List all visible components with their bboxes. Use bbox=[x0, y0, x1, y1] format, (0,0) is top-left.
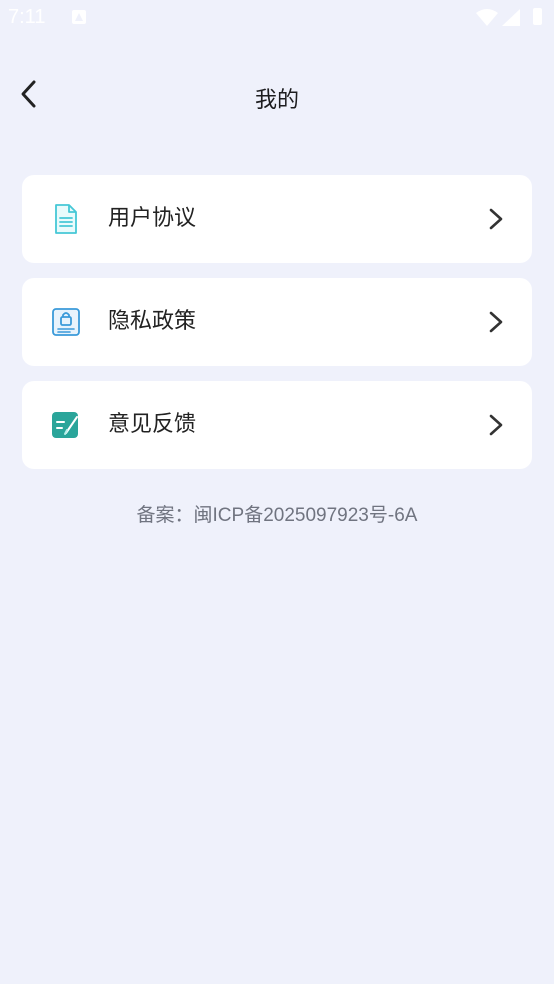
icp-record-text[interactable]: 备案：闽ICP备2025097923号-6A bbox=[0, 500, 554, 527]
menu-item-user-agreement[interactable]: 用户协议 bbox=[22, 175, 532, 263]
status-bar: 7:11 bbox=[0, 0, 554, 36]
chevron-right-icon bbox=[489, 311, 503, 333]
document-icon bbox=[55, 204, 77, 234]
wifi-icon bbox=[476, 9, 498, 26]
chevron-right-icon bbox=[489, 208, 503, 230]
menu-item-label: 隐私政策 bbox=[108, 309, 197, 334]
status-time: 7:11 bbox=[8, 6, 46, 28]
chevron-right-icon bbox=[489, 414, 503, 436]
menu-item-label: 用户协议 bbox=[108, 206, 197, 231]
battery-icon bbox=[533, 8, 542, 25]
header: 我的 bbox=[0, 60, 554, 130]
page-title: 我的 bbox=[254, 88, 299, 113]
menu-item-label: 意见反馈 bbox=[108, 412, 197, 437]
signal-icon bbox=[502, 9, 520, 26]
feedback-edit-icon bbox=[52, 412, 78, 438]
menu-item-feedback[interactable]: 意见反馈 bbox=[22, 381, 532, 469]
menu-item-privacy-policy[interactable]: 隐私政策 bbox=[22, 278, 532, 366]
privacy-lock-icon bbox=[52, 308, 80, 336]
alert-icon bbox=[72, 10, 86, 24]
